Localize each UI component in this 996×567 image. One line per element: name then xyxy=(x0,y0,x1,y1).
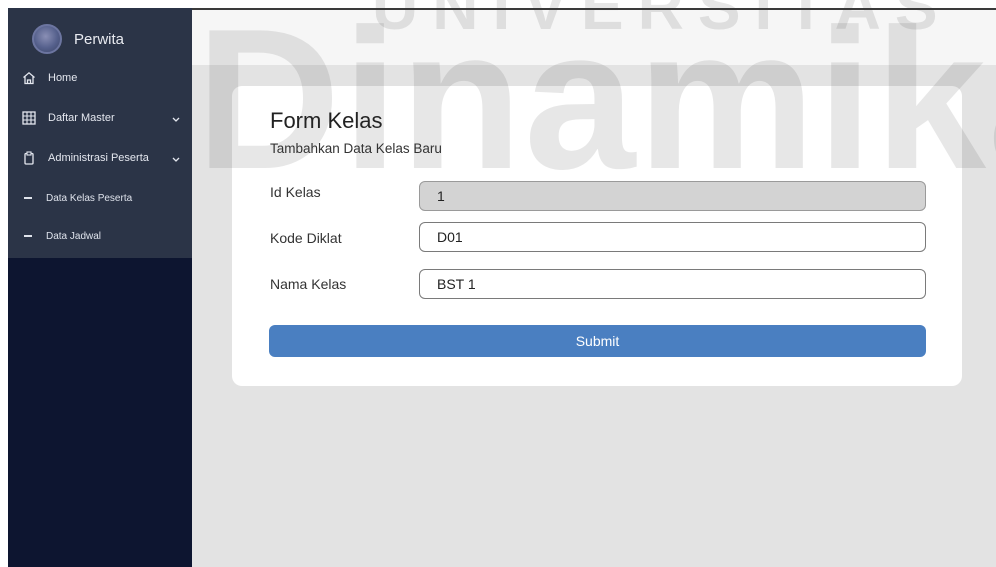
chevron-down-icon xyxy=(172,154,180,166)
sidebar-subitem-label: Data Kelas Peserta xyxy=(46,192,133,204)
kode-diklat-label: Kode Diklat xyxy=(270,230,342,246)
dash-icon xyxy=(24,197,32,199)
sidebar-item-administrasi-peserta[interactable]: Administrasi Peserta xyxy=(8,144,192,172)
clipboard-icon xyxy=(22,151,36,165)
nama-kelas-label: Nama Kelas xyxy=(270,276,347,292)
kode-diklat-field[interactable]: D01 xyxy=(419,222,926,252)
sidebar-item-daftar-master[interactable]: Daftar Master xyxy=(8,104,192,132)
sidebar-subitem-data-jadwal[interactable]: Data Jadwal xyxy=(8,224,192,248)
kode-diklat-value: D01 xyxy=(437,229,463,245)
sidebar-subitem-data-kelas-peserta[interactable]: Data Kelas Peserta xyxy=(8,186,192,210)
sidebar-item-home[interactable]: Home xyxy=(8,64,192,92)
chevron-down-icon xyxy=(172,114,180,126)
id-kelas-value: 1 xyxy=(437,188,445,204)
submit-button[interactable]: Submit xyxy=(269,325,926,357)
topbar xyxy=(192,10,996,65)
dash-icon xyxy=(24,235,32,237)
sidebar-item-label: Administrasi Peserta xyxy=(48,152,149,164)
sidebar-item-label: Home xyxy=(48,72,78,84)
nama-kelas-field[interactable]: BST 1 xyxy=(419,269,926,299)
id-kelas-field: 1 xyxy=(419,181,926,211)
form-subtitle: Tambahkan Data Kelas Baru xyxy=(270,141,442,156)
home-icon xyxy=(22,71,36,85)
form-title: Form Kelas xyxy=(270,108,383,133)
id-kelas-label: Id Kelas xyxy=(270,184,321,200)
brand[interactable]: Perwita xyxy=(32,22,124,56)
grid-icon xyxy=(22,111,36,125)
nama-kelas-value: BST 1 xyxy=(437,276,476,292)
brand-name: Perwita xyxy=(74,30,125,48)
sidebar-subitem-label: Data Jadwal xyxy=(46,230,102,242)
sidebar: Perwita Home Daftar Master Administrasi … xyxy=(8,8,192,567)
logo-icon xyxy=(32,24,62,54)
sidebar-item-label: Daftar Master xyxy=(48,112,115,124)
